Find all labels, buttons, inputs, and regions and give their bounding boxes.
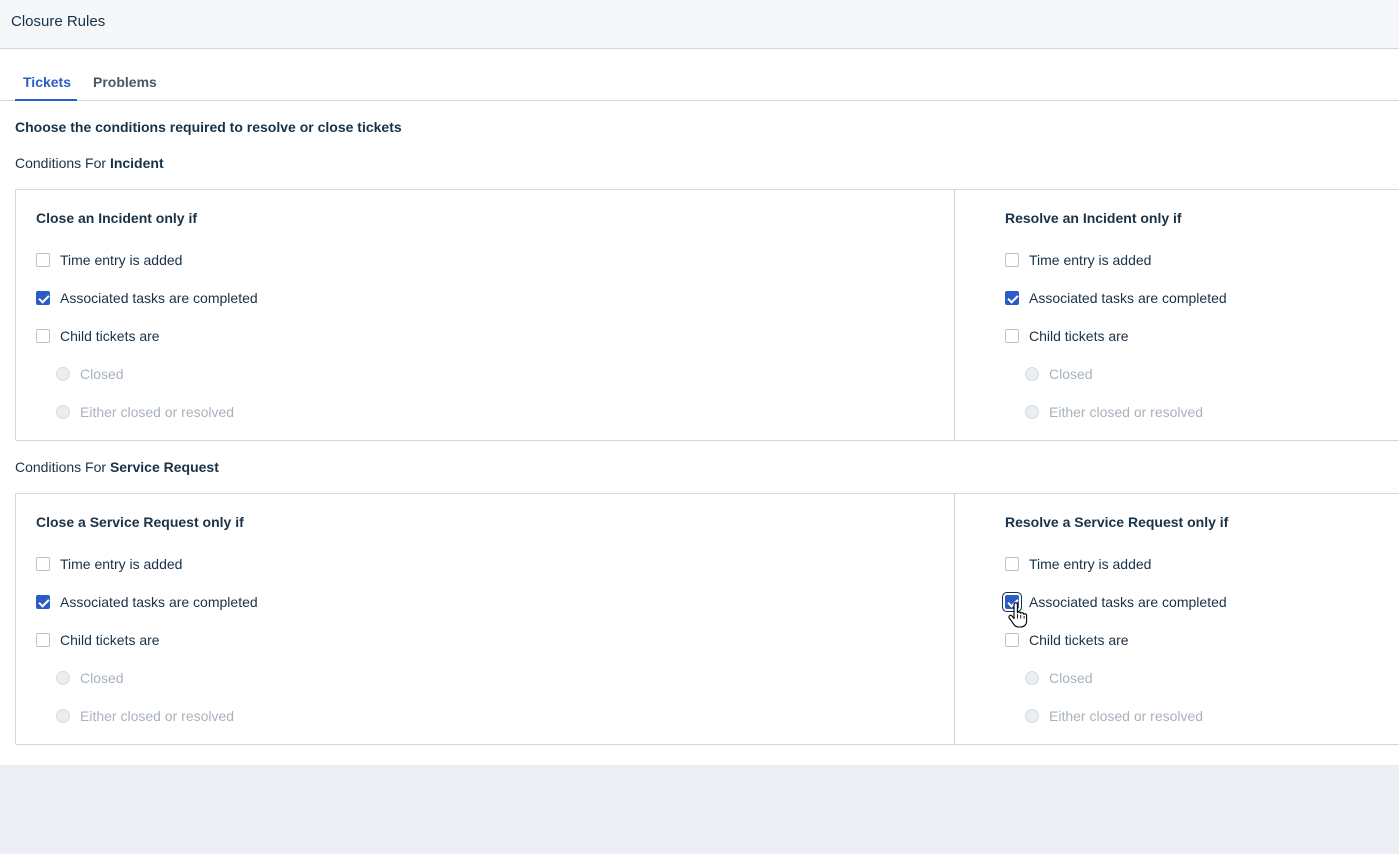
section-prefix: Conditions For	[15, 155, 107, 171]
checkbox-label: Associated tasks are completed	[60, 290, 258, 306]
radio-label: Either closed or resolved	[1049, 708, 1204, 724]
checkbox-checked[interactable]	[1005, 291, 1019, 305]
intro-heading: Choose the conditions required to resolv…	[15, 119, 402, 135]
service-request-panel: Close a Service Request only if Time ent…	[15, 493, 1399, 745]
radio-button	[1025, 671, 1039, 685]
section-type: Incident	[109, 155, 164, 171]
column-title: Resolve an Incident only if	[1005, 210, 1182, 226]
tab-bar: Tickets Problems	[0, 49, 1399, 101]
checkbox[interactable]	[1005, 557, 1019, 571]
page-title: Closure Rules	[11, 13, 106, 30]
radio-button	[1025, 405, 1039, 419]
hand-pointer-icon	[1008, 602, 1028, 628]
radio-label: Closed	[1049, 670, 1093, 686]
radio-button	[56, 367, 70, 381]
checkbox-label: Time entry is added	[60, 252, 183, 268]
column-title: Resolve a Service Request only if	[1005, 514, 1229, 530]
checkbox-label: Associated tasks are completed	[1029, 594, 1227, 610]
radio-label: Closed	[80, 366, 124, 382]
checkbox[interactable]	[1005, 633, 1019, 647]
column-title: Close a Service Request only if	[36, 514, 244, 530]
radio-button	[1025, 709, 1039, 723]
tab-tickets[interactable]: Tickets	[15, 74, 77, 101]
checkbox[interactable]	[36, 557, 50, 571]
checkbox[interactable]	[36, 253, 50, 267]
column-title: Close an Incident only if	[36, 210, 198, 226]
radio-button	[56, 671, 70, 685]
checkbox[interactable]	[36, 633, 50, 647]
checkbox[interactable]	[36, 329, 50, 343]
section-title-incident: Conditions For Incident	[15, 155, 164, 171]
tab-problems[interactable]: Problems	[93, 74, 163, 101]
checkbox-label: Associated tasks are completed	[1029, 290, 1227, 306]
checkbox[interactable]	[1005, 253, 1019, 267]
radio-label: Either closed or resolved	[1049, 404, 1204, 420]
checkbox-checked[interactable]	[36, 291, 50, 305]
section-prefix: Conditions For	[15, 459, 107, 475]
checkbox-label: Child tickets are	[1029, 328, 1129, 344]
main-content: Tickets Problems Choose the conditions r…	[0, 49, 1399, 765]
panel-divider	[954, 190, 955, 440]
checkbox-label: Child tickets are	[60, 632, 160, 648]
section-title-service-request: Conditions For Service Request	[15, 459, 219, 475]
radio-button	[56, 709, 70, 723]
radio-label: Either closed or resolved	[80, 708, 235, 724]
checkbox-label: Child tickets are	[60, 328, 160, 344]
radio-button	[1025, 367, 1039, 381]
section-type: Service Request	[109, 459, 219, 475]
checkbox[interactable]	[1005, 329, 1019, 343]
checkbox-checked[interactable]	[36, 595, 50, 609]
radio-button	[56, 405, 70, 419]
radio-label: Closed	[80, 670, 124, 686]
incident-panel: Close an Incident only if Time entry is …	[15, 189, 1399, 441]
checkbox-label: Time entry is added	[60, 556, 183, 572]
radio-label: Either closed or resolved	[80, 404, 235, 420]
page-header: Closure Rules	[0, 0, 1399, 49]
panel-divider	[954, 494, 955, 744]
checkbox-label: Child tickets are	[1029, 632, 1129, 648]
checkbox-label: Time entry is added	[1029, 556, 1152, 572]
checkbox-label: Time entry is added	[1029, 252, 1152, 268]
radio-label: Closed	[1049, 366, 1093, 382]
checkbox-label: Associated tasks are completed	[60, 594, 258, 610]
